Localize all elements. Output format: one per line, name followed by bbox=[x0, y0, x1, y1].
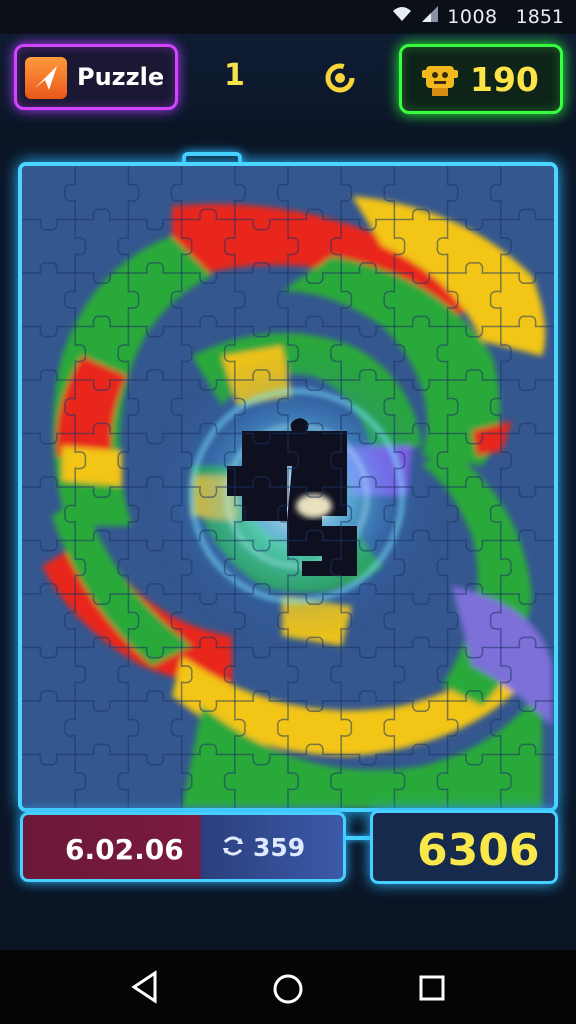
moves-value: 359 bbox=[253, 833, 306, 862]
signal-icon bbox=[421, 5, 439, 28]
clock: 1851 bbox=[515, 5, 564, 28]
total-score-value: 6306 bbox=[417, 825, 540, 876]
logo-icon bbox=[25, 57, 67, 99]
status-right: 1008 1851 bbox=[391, 5, 564, 28]
refresh-icon[interactable] bbox=[322, 60, 358, 96]
panel-connector bbox=[344, 836, 372, 840]
recents-icon[interactable] bbox=[418, 974, 446, 1006]
moves-icon bbox=[219, 834, 247, 862]
navigation-bar bbox=[0, 950, 576, 1024]
level-number: 1 bbox=[224, 58, 245, 93]
puzzle-label: Puzzle bbox=[77, 63, 165, 91]
total-score-panel: 6306 bbox=[370, 810, 558, 884]
score-value: 190 bbox=[470, 60, 539, 99]
timer-value: 6.02.06 bbox=[65, 833, 184, 866]
board-artwork bbox=[22, 166, 554, 808]
wifi-icon bbox=[391, 5, 413, 28]
puzzle-menu-button[interactable]: Puzzle bbox=[14, 44, 178, 110]
battery-text: 1008 bbox=[447, 5, 498, 28]
timer-moves-panel: 6.02.06 359 bbox=[20, 812, 346, 882]
status-bar: 1008 1851 bbox=[0, 0, 576, 34]
puzzle-board[interactable] bbox=[18, 162, 558, 812]
trophy-icon bbox=[422, 60, 458, 98]
score-button[interactable]: 190 bbox=[399, 44, 563, 114]
moves-group: 359 bbox=[219, 833, 305, 862]
back-icon[interactable] bbox=[130, 970, 160, 1008]
home-icon[interactable] bbox=[271, 972, 305, 1010]
